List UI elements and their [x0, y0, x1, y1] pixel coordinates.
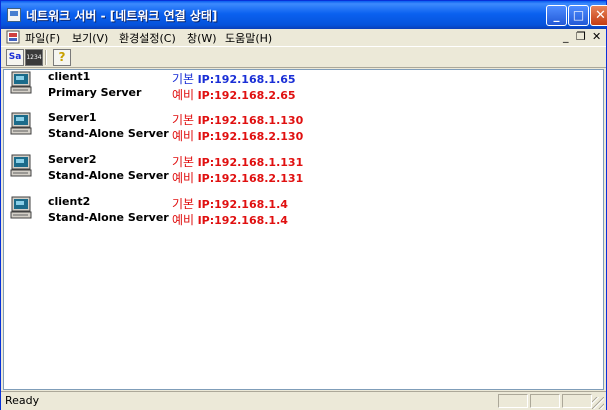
- primary-label: 기본: [172, 113, 195, 127]
- server-query-button[interactable]: Sa: [6, 49, 24, 66]
- menu-file[interactable]: 파일(F): [25, 30, 60, 46]
- primary-ip: 기본 IP:192.168.1.4: [172, 195, 288, 212]
- backup-ip-value: IP:192.168.1.4: [197, 214, 288, 227]
- minimize-button[interactable]: _: [546, 5, 567, 26]
- toolbar: Sa 1234 ?: [1, 46, 606, 68]
- primary-ip: 기본 IP:192.168.1.131: [172, 153, 303, 170]
- server-role: Primary Server: [48, 86, 142, 99]
- mdi-minimize-button[interactable]: _: [563, 30, 569, 43]
- server-name: Server2: [48, 153, 97, 166]
- resize-grip[interactable]: [592, 397, 604, 409]
- primary-label: 기본: [172, 72, 195, 86]
- server-role: Stand-Alone Server: [48, 169, 169, 182]
- primary-ip-value: IP:192.168.1.130: [197, 114, 304, 127]
- ip-config-button[interactable]: 1234: [25, 49, 43, 66]
- maximize-button[interactable]: □: [568, 5, 589, 26]
- backup-ip: 예비 IP:192.168.2.131: [172, 169, 303, 186]
- menu-window[interactable]: 창(W): [187, 30, 217, 46]
- server-role: Stand-Alone Server: [48, 211, 169, 224]
- computer-icon: [10, 112, 32, 135]
- close-button[interactable]: ✕: [590, 5, 607, 26]
- backup-ip: 예비 IP:192.168.2.130: [172, 127, 303, 144]
- backup-ip: 예비 IP:192.168.2.65: [172, 86, 296, 103]
- mdi-close-button[interactable]: ✕: [592, 30, 601, 43]
- primary-ip-value: IP:192.168.1.131: [197, 156, 304, 169]
- backup-ip-value: IP:192.168.2.131: [197, 172, 304, 185]
- backup-label: 예비: [172, 213, 195, 227]
- backup-ip-value: IP:192.168.2.130: [197, 130, 304, 143]
- primary-ip-value: IP:192.168.1.65: [197, 73, 296, 86]
- backup-ip-value: IP:192.168.2.65: [197, 89, 296, 102]
- server-name: Server1: [48, 111, 97, 124]
- backup-label: 예비: [172, 129, 195, 143]
- computer-icon: [10, 154, 32, 177]
- computer-icon: [10, 196, 32, 219]
- server-name: client1: [48, 70, 91, 83]
- primary-ip-value: IP:192.168.1.4: [197, 198, 288, 211]
- help-button[interactable]: ?: [53, 49, 71, 66]
- status-pane: [530, 394, 560, 408]
- primary-label: 기본: [172, 197, 195, 211]
- mdi-restore-button[interactable]: ❐: [576, 30, 586, 43]
- menu-bar: 파일(F) 보기(V) 환경설정(C) 창(W) 도움말(H) _ ❐ ✕: [1, 29, 606, 46]
- server-entry[interactable]: client2 Stand-Alone Server 기본 IP:192.168.1…: [4, 195, 603, 229]
- computer-icon: [10, 71, 32, 94]
- title-bar[interactable]: 네트워크 서버 - [네트워크 연결 상태] _ □ ✕: [1, 1, 607, 29]
- server-role: Stand-Alone Server: [48, 127, 169, 140]
- primary-label: 기본: [172, 155, 195, 169]
- backup-label: 예비: [172, 171, 195, 185]
- ip-config-icon: 1234: [26, 54, 42, 61]
- connection-list[interactable]: client1 Primary Server 기본 IP:192.168.1.65 예…: [3, 69, 604, 390]
- server-entry[interactable]: Server2 Stand-Alone Server 기본 IP:192.168.1…: [4, 153, 603, 187]
- primary-ip: 기본 IP:192.168.1.65: [172, 70, 296, 87]
- status-text: Ready: [5, 394, 40, 407]
- menu-settings[interactable]: 환경설정(C): [119, 30, 176, 46]
- server-query-icon: Sa: [8, 52, 22, 62]
- menu-help[interactable]: 도움말(H): [225, 30, 272, 46]
- toolbar-separator: [45, 50, 47, 65]
- server-name: client2: [48, 195, 91, 208]
- backup-ip: 예비 IP:192.168.1.4: [172, 211, 288, 228]
- document-icon[interactable]: [6, 30, 20, 44]
- app-window: 네트워크 서버 - [네트워크 연결 상태] _ □ ✕ 파일(F) 보기(V)…: [0, 0, 607, 410]
- status-pane: [498, 394, 528, 408]
- window-title: 네트워크 서버 - [네트워크 연결 상태]: [26, 9, 218, 23]
- status-pane: [562, 394, 592, 408]
- menu-view[interactable]: 보기(V): [72, 30, 108, 46]
- help-icon: ?: [58, 50, 66, 64]
- backup-label: 예비: [172, 88, 195, 102]
- server-entry[interactable]: Server1 Stand-Alone Server 기본 IP:192.168.1…: [4, 111, 603, 145]
- server-entry[interactable]: client1 Primary Server 기본 IP:192.168.1.65 예…: [4, 70, 603, 104]
- primary-ip: 기본 IP:192.168.1.130: [172, 111, 303, 128]
- app-icon[interactable]: [7, 8, 21, 22]
- status-bar: Ready: [1, 391, 606, 410]
